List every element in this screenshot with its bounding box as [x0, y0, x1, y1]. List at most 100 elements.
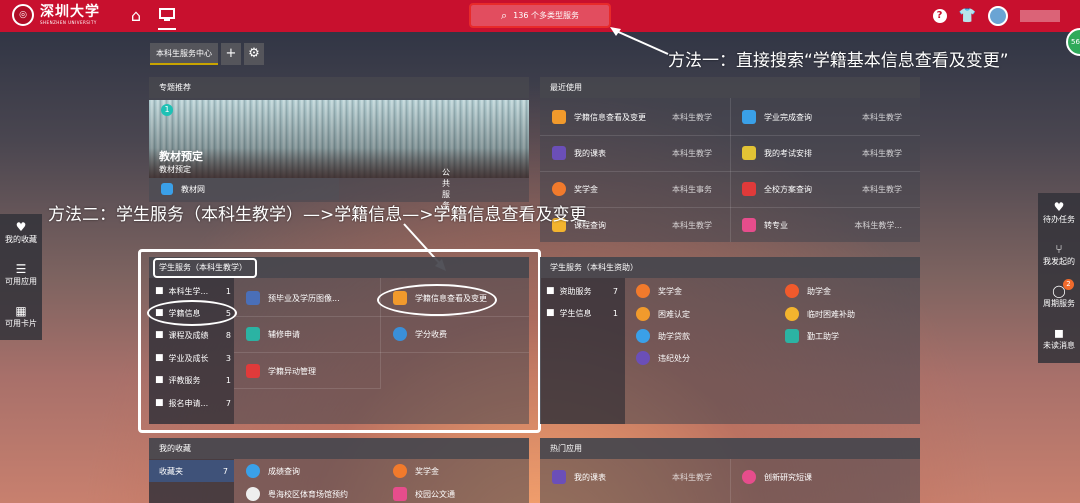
logo-title: 深圳大学: [40, 4, 100, 20]
service-item[interactable]: 临时困难补助: [785, 302, 855, 326]
innovation-course-icon: [742, 470, 756, 484]
service-item[interactable]: 预毕业及学历图像...: [246, 286, 340, 310]
category-item[interactable]: ■ 评教服务 1: [155, 369, 231, 391]
credit-fee-icon: [393, 327, 407, 341]
folder-icon: ■: [155, 375, 164, 385]
loan-icon: [636, 329, 650, 343]
favorite-item[interactable]: 校园公文通: [393, 482, 455, 503]
list-icon: ☰: [15, 262, 27, 276]
hot-title: 热门应用: [540, 438, 920, 459]
service-item[interactable]: 奖学金: [636, 279, 682, 303]
grade-query-icon: [246, 464, 260, 478]
category-item[interactable]: ■ 课程及成绩 8: [155, 324, 231, 346]
favorite-item[interactable]: 奖学金: [393, 459, 439, 483]
message-icon: ◼: [1054, 326, 1064, 340]
status-change-icon: [246, 364, 260, 378]
notice-icon: [393, 487, 407, 501]
study-completion-icon: [742, 110, 756, 124]
featured-badge: 1: [161, 104, 173, 116]
annotation-method2: 方法二：学生服务（本科生教学）—>学籍信息—>学籍信息查看及变更: [48, 205, 587, 225]
student-aid-title: 学生服务（本科生资助）: [540, 257, 920, 278]
featured-item-sub: 教材预定: [159, 165, 191, 174]
discipline-icon: [636, 351, 650, 365]
graduation-image-icon: [246, 291, 260, 305]
textbook-icon: [161, 183, 173, 195]
heart-icon: ♥: [1053, 200, 1065, 214]
favorites-folder[interactable]: 收藏夹 7: [149, 460, 234, 482]
sidebar-item-initiated[interactable]: ⑂ 我发起的: [1038, 242, 1080, 267]
category-item[interactable]: ■ 资助服务 7: [546, 280, 618, 302]
favorites-title: 我的收藏: [149, 438, 529, 459]
heart-icon: ♥: [15, 220, 27, 234]
theme-icon[interactable]: 👕: [959, 8, 976, 24]
sidebar-item-cards[interactable]: ▦ 可用卡片: [0, 304, 42, 329]
service-item[interactable]: 困难认定: [636, 302, 690, 326]
desktop-icon[interactable]: [158, 8, 176, 30]
work-study-icon: [785, 329, 799, 343]
student-status-icon: [552, 110, 566, 124]
stadium-booking-icon: [246, 487, 260, 501]
recent-item[interactable]: 转专业 本科生教学...: [742, 207, 912, 243]
service-item[interactable]: 辅修申请: [246, 322, 300, 346]
logo-subtitle: SHENZHEN UNIVERSITY: [40, 20, 97, 25]
avatar[interactable]: [988, 6, 1008, 26]
category-item[interactable]: ■ 报名申请... 7: [155, 392, 231, 414]
recent-item[interactable]: 全校方案查询 本科生教学: [742, 171, 912, 207]
scholarship-icon: [636, 284, 650, 298]
sidebar-item-messages[interactable]: ◼ 未读消息: [1038, 326, 1080, 351]
minor-application-icon: [246, 327, 260, 341]
category-item[interactable]: ■ 本科生学... 1: [155, 280, 231, 302]
service-item[interactable]: 学籍异动管理: [246, 359, 316, 383]
periodic-badge: 2: [1063, 279, 1074, 290]
favorite-item[interactable]: 成绩查询: [246, 459, 300, 483]
favorite-item[interactable]: 粤海校区体育场馆预约: [246, 482, 348, 503]
method2-title-highlight: [153, 258, 257, 278]
service-item[interactable]: 学分收费: [393, 322, 447, 346]
featured-image[interactable]: [149, 100, 529, 178]
service-item[interactable]: 助学贷款: [636, 324, 690, 348]
recent-item[interactable]: 我的考试安排 本科生教学: [742, 135, 912, 171]
sidebar-item-periodic[interactable]: ◯ 周期服务: [1038, 284, 1080, 309]
sidebar-item-todo[interactable]: ♥ 待办任务: [1038, 200, 1080, 225]
grid-icon: ▦: [15, 304, 27, 318]
scholarship-icon: [552, 182, 566, 196]
tab-undergrad-service-center[interactable]: 本科生服务中心: [150, 43, 218, 65]
sidebar-item-apps[interactable]: ☰ 可用应用: [0, 262, 42, 287]
settings-icon[interactable]: ⚙: [244, 43, 264, 65]
recent-item[interactable]: 学业完成查询 本科生教学: [742, 99, 912, 135]
hot-item[interactable]: 我的课表 本科生教学: [552, 460, 722, 494]
folder-icon: ■: [155, 398, 164, 408]
service-highlight-ellipse: [377, 284, 497, 316]
timetable-icon: [552, 470, 566, 484]
recent-item[interactable]: 学籍信息查看及变更 本科生教学: [552, 99, 722, 135]
exam-schedule-icon: [742, 146, 756, 160]
hardship-icon: [636, 307, 650, 321]
temp-aid-icon: [785, 307, 799, 321]
username-blurred[interactable]: [1020, 10, 1060, 22]
folder-icon: ■: [546, 286, 555, 296]
seal-icon: ◎: [12, 4, 34, 26]
featured-item-title[interactable]: 教材预定: [159, 148, 203, 164]
grant-icon: [785, 284, 799, 298]
folder-icon: ■: [155, 286, 164, 296]
transfer-major-icon: [742, 218, 756, 232]
recent-item[interactable]: 我的课表 本科生教学: [552, 135, 722, 171]
home-icon[interactable]: ⌂: [127, 8, 145, 24]
featured-link[interactable]: 教材网 公共服务: [149, 168, 450, 210]
service-item[interactable]: 违纪处分: [636, 346, 690, 370]
arrow-method1: [610, 27, 669, 55]
hot-item[interactable]: 创新研究短课: [742, 460, 912, 494]
annotation-method1: 方法一：直接搜索“学籍基本信息查看及变更”: [668, 51, 1009, 71]
help-icon[interactable]: ?: [932, 9, 947, 23]
category-item[interactable]: ■ 学生信息 1: [546, 302, 618, 324]
sidebar-item-favorites[interactable]: ♥ 我的收藏: [0, 220, 42, 245]
service-item[interactable]: 助学金: [785, 279, 831, 303]
timetable-icon: [552, 146, 566, 160]
university-logo[interactable]: ◎ 深圳大学 SHENZHEN UNIVERSITY: [12, 4, 100, 26]
corner-badge[interactable]: 56: [1066, 28, 1080, 56]
category-item[interactable]: ■ 学业及成长 3: [155, 347, 231, 369]
add-tab-button[interactable]: +: [221, 43, 241, 65]
folder-icon: ■: [546, 308, 555, 318]
category-highlight-ellipse: [147, 300, 237, 326]
service-item[interactable]: 勤工助学: [785, 324, 839, 348]
